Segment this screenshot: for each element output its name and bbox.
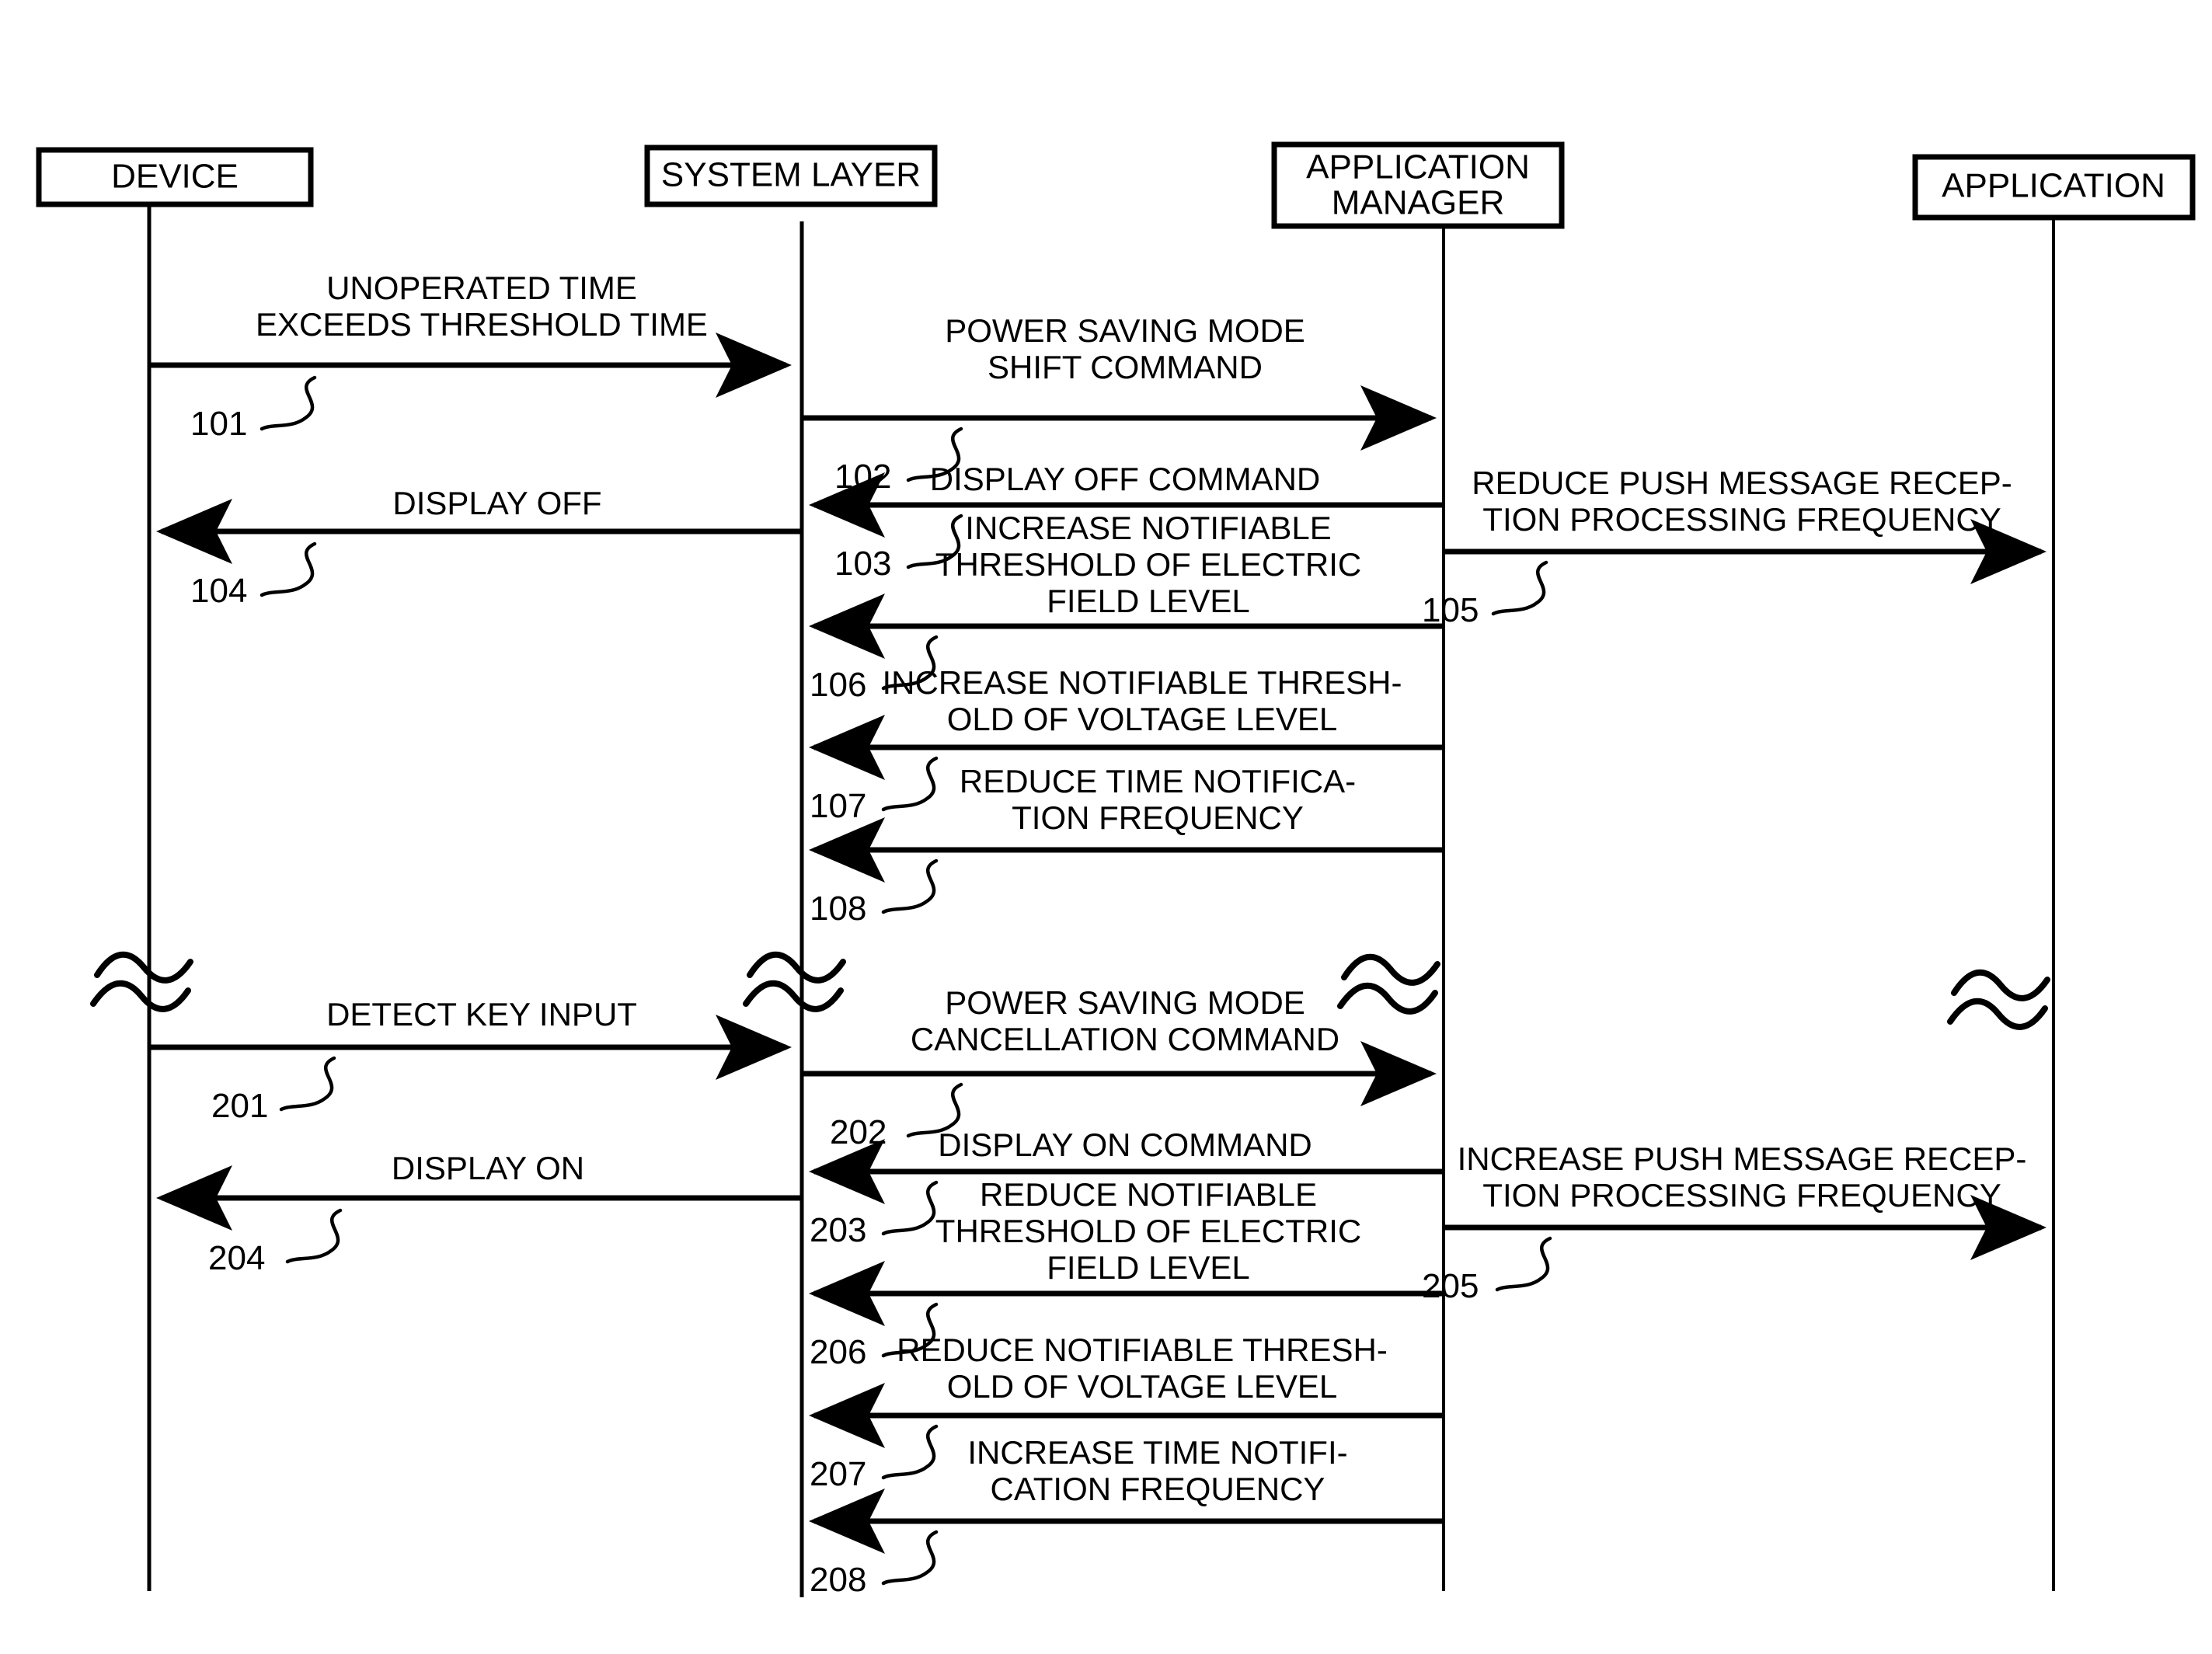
message-104-ref: 104 — [190, 572, 247, 610]
message-203-leader-line — [881, 1180, 939, 1236]
message-105[interactable]: REDUCE PUSH MESSAGE RECEP- TION PROCESSI… — [1422, 465, 2047, 629]
message-205-label-line2: TION PROCESSING FREQUENCY — [1482, 1177, 2001, 1214]
message-107-leader-line — [881, 756, 939, 812]
message-205[interactable]: INCREASE PUSH MESSAGE RECEP- TION PROCES… — [1422, 1140, 2047, 1305]
break-symbol-application — [1947, 969, 2050, 1030]
message-104-leader-line — [260, 541, 317, 597]
message-205-ref: 205 — [1422, 1267, 1479, 1305]
message-202-label-line1: POWER SAVING MODE — [945, 984, 1305, 1021]
message-206-label-line3: FIELD LEVEL — [1047, 1249, 1249, 1286]
message-201-label-line1: DETECT KEY INPUT — [326, 996, 637, 1032]
message-108-ref: 108 — [810, 890, 866, 928]
message-101[interactable]: UNOPERATED TIME EXCEEDS THRESHOLD TIME 1… — [149, 270, 792, 443]
actor-application-manager-label-line2: MANAGER — [1332, 184, 1504, 222]
message-108[interactable]: REDUCE TIME NOTIFICA- TION FREQUENCY 108 — [809, 763, 1444, 928]
message-208-leader-line — [881, 1530, 939, 1586]
actor-device[interactable]: DEVICE — [36, 147, 314, 207]
message-107-ref: 107 — [810, 787, 866, 825]
break-symbol-device — [90, 951, 193, 1012]
message-101-leader-line — [260, 375, 317, 431]
message-108-leader-line — [881, 858, 939, 914]
message-103-ref: 103 — [834, 545, 891, 583]
message-208[interactable]: INCREASE TIME NOTIFI- CATION FREQUENCY 2… — [809, 1434, 1444, 1599]
message-203-label-line1: DISPLAY ON COMMAND — [938, 1126, 1312, 1163]
message-204-label-line1: DISPLAY ON — [392, 1150, 584, 1186]
message-105-label-line2: TION PROCESSING FREQUENCY — [1482, 501, 2001, 538]
message-102-label-line1: POWER SAVING MODE — [945, 312, 1305, 349]
sequence-diagram-page: DEVICE SYSTEM LAYER APPLICATION MANAGER … — [0, 0, 2212, 1654]
message-107-label-line2: OLD OF VOLTAGE LEVEL — [947, 701, 1338, 737]
message-207-label-line1: REDUCE NOTIFIABLE THRESH- — [897, 1332, 1388, 1368]
actor-application-manager-label-line1: APPLICATION — [1306, 148, 1530, 186]
message-201-leader-line — [279, 1056, 336, 1112]
message-103-label-line1: DISPLAY OFF COMMAND — [930, 461, 1321, 497]
break-symbol-application-manager — [1337, 953, 1440, 1015]
message-206-label-line1: REDUCE NOTIFIABLE — [980, 1176, 1317, 1213]
actor-application[interactable]: APPLICATION — [1912, 154, 2196, 221]
message-105-leader-line — [1491, 560, 1548, 616]
message-108-label-line2: TION FREQUENCY — [1012, 799, 1304, 836]
message-101-label-line2: EXCEEDS THRESHOLD TIME — [256, 306, 708, 343]
actor-application-label: APPLICATION — [1942, 167, 2165, 205]
message-206-ref: 206 — [810, 1333, 866, 1371]
message-106-label-line3: FIELD LEVEL — [1047, 583, 1249, 619]
message-206-label-line2: THRESHOLD OF ELECTRIC — [935, 1213, 1361, 1249]
message-106-label-line2: THRESHOLD OF ELECTRIC — [935, 546, 1361, 583]
actor-device-label: DEVICE — [111, 158, 239, 196]
break-symbol-system-layer — [743, 951, 846, 1012]
message-101-label-line1: UNOPERATED TIME — [326, 270, 637, 306]
message-207-leader-line — [881, 1424, 939, 1480]
message-102-label-line2: SHIFT COMMAND — [988, 349, 1263, 385]
message-106-label-line1: INCREASE NOTIFIABLE — [965, 510, 1331, 546]
message-205-label-line1: INCREASE PUSH MESSAGE RECEP- — [1458, 1140, 2027, 1177]
actor-application-manager[interactable]: APPLICATION MANAGER — [1271, 141, 1565, 229]
message-208-label-line2: CATION FREQUENCY — [991, 1471, 1325, 1507]
message-104[interactable]: DISPLAY OFF 104 — [156, 485, 802, 610]
actor-system-layer-label: SYSTEM LAYER — [661, 156, 921, 194]
message-204[interactable]: DISPLAY ON 204 — [156, 1150, 802, 1277]
message-205-leader-line — [1495, 1236, 1552, 1292]
message-105-label-line1: REDUCE PUSH MESSAGE RECEP- — [1472, 465, 2012, 501]
sequence-diagram-canvas: DEVICE SYSTEM LAYER APPLICATION MANAGER … — [36, 141, 2196, 1599]
message-204-ref: 204 — [208, 1239, 265, 1277]
message-207-label-line2: OLD OF VOLTAGE LEVEL — [947, 1368, 1338, 1405]
message-207-ref: 207 — [810, 1455, 866, 1493]
message-203-ref: 203 — [810, 1211, 866, 1249]
message-101-ref: 101 — [190, 405, 247, 443]
message-201[interactable]: DETECT KEY INPUT 201 — [149, 996, 792, 1125]
message-102-ref: 102 — [834, 458, 891, 496]
message-201-ref: 201 — [211, 1087, 268, 1125]
actor-system-layer[interactable]: SYSTEM LAYER — [644, 145, 938, 207]
message-202-ref: 202 — [830, 1113, 887, 1151]
message-208-label-line1: INCREASE TIME NOTIFI- — [967, 1434, 1347, 1471]
message-106-ref: 106 — [810, 666, 866, 704]
message-204-leader-line — [285, 1208, 343, 1264]
message-104-label-line1: DISPLAY OFF — [392, 485, 601, 521]
message-108-label-line1: REDUCE TIME NOTIFICA- — [960, 763, 1356, 799]
message-202-label-line2: CANCELLATION COMMAND — [911, 1021, 1339, 1057]
message-208-ref: 208 — [810, 1561, 866, 1599]
message-107-label-line1: INCREASE NOTIFIABLE THRESH- — [882, 664, 1402, 701]
